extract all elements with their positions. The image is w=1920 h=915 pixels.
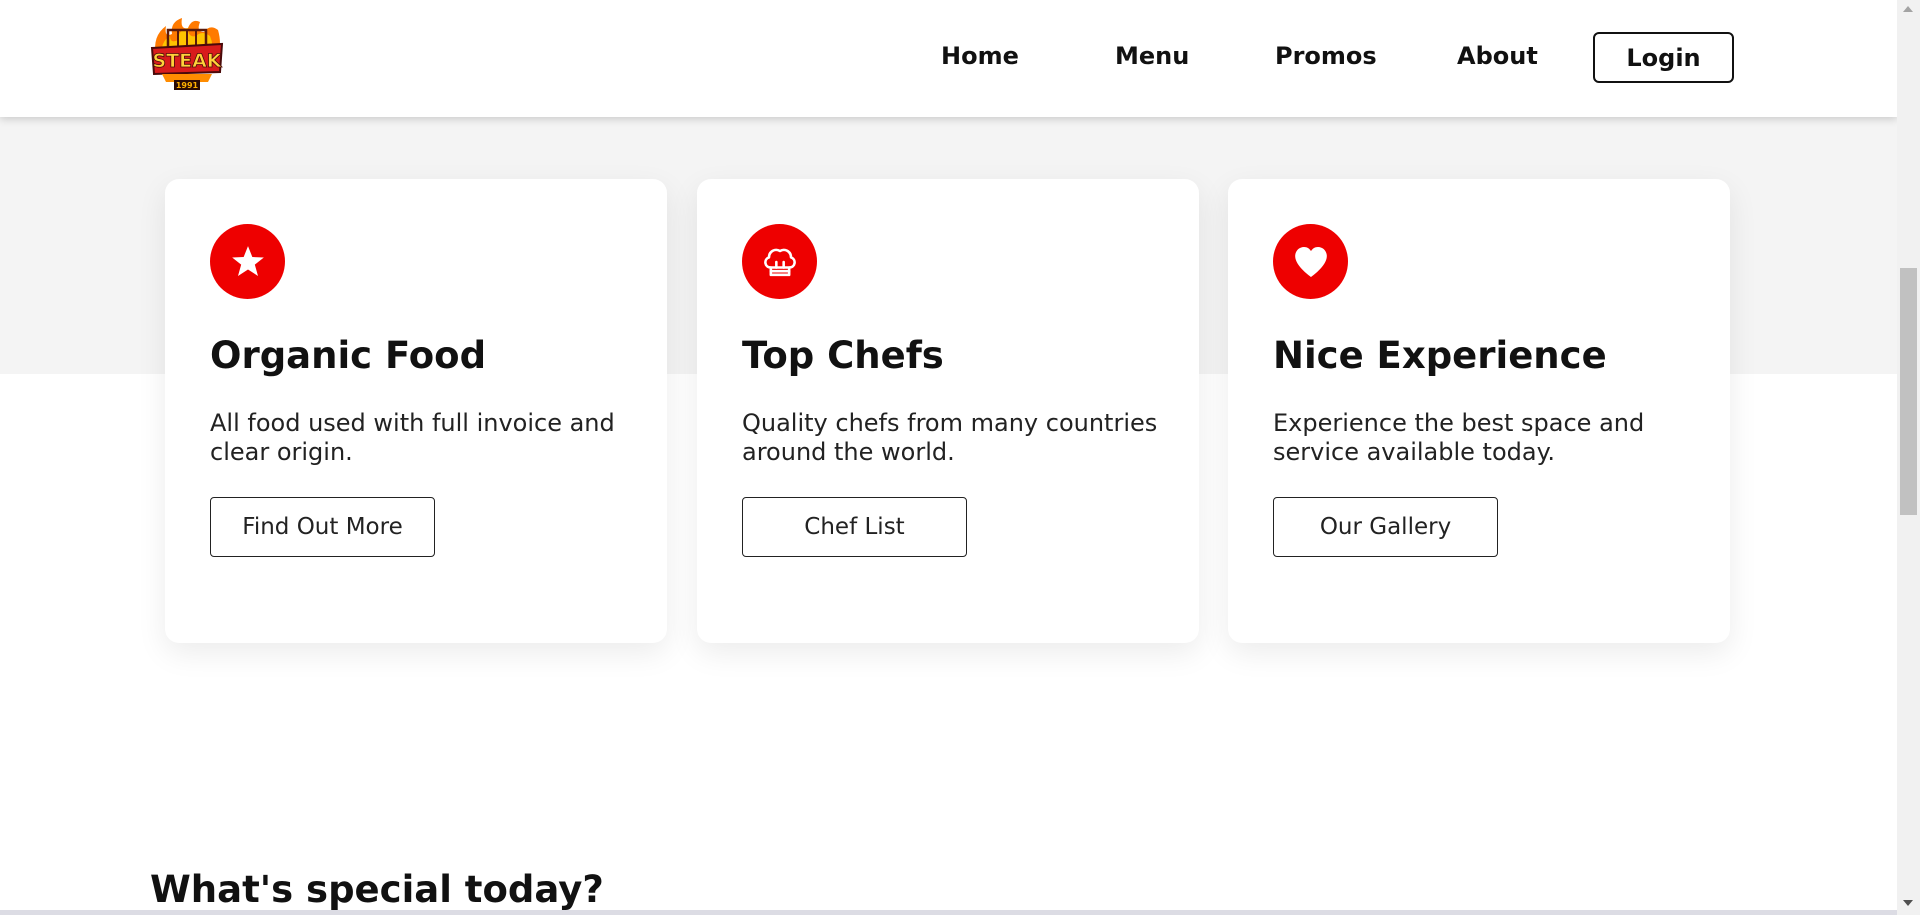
chef-hat-icon bbox=[742, 224, 817, 299]
nav-menu[interactable]: Menu bbox=[1115, 42, 1189, 70]
card-description: Quality chefs from many countries around… bbox=[742, 409, 1158, 466]
scrollbar-thumb[interactable] bbox=[1900, 268, 1917, 515]
card-title: Organic Food bbox=[210, 334, 487, 377]
scroll-up-arrow-icon[interactable] bbox=[1903, 6, 1913, 12]
nav-about[interactable]: About bbox=[1457, 42, 1538, 70]
feature-card-organic-food: Organic Food All food used with full inv… bbox=[165, 179, 667, 643]
card-description: Experience the best space and service av… bbox=[1273, 409, 1645, 466]
svg-text:1991: 1991 bbox=[176, 81, 199, 90]
nav-home[interactable]: Home bbox=[941, 42, 1019, 70]
chef-list-button[interactable]: Chef List bbox=[742, 497, 967, 557]
vertical-scrollbar[interactable] bbox=[1897, 0, 1920, 915]
page: STEAK 1991 Home Menu Promos About Login … bbox=[0, 0, 1897, 915]
card-title: Top Chefs bbox=[742, 334, 944, 377]
special-today-heading: What's special today? bbox=[150, 868, 604, 911]
star-icon bbox=[210, 224, 285, 299]
feature-card-nice-experience: Nice Experience Experience the best spac… bbox=[1228, 179, 1730, 643]
nav-promos[interactable]: Promos bbox=[1275, 42, 1377, 70]
site-header: STEAK 1991 Home Menu Promos About Login bbox=[0, 0, 1897, 117]
login-button[interactable]: Login bbox=[1593, 32, 1734, 83]
horizontal-scrollbar[interactable] bbox=[0, 910, 1897, 915]
card-description: All food used with full invoice and clea… bbox=[210, 409, 615, 466]
find-out-more-button[interactable]: Find Out More bbox=[210, 497, 435, 557]
feature-card-top-chefs: Top Chefs Quality chefs from many countr… bbox=[697, 179, 1199, 643]
svg-text:STEAK: STEAK bbox=[152, 50, 222, 72]
steak-logo[interactable]: STEAK 1991 bbox=[148, 16, 226, 94]
our-gallery-button[interactable]: Our Gallery bbox=[1273, 497, 1498, 557]
scroll-down-arrow-icon[interactable] bbox=[1903, 900, 1913, 906]
card-title: Nice Experience bbox=[1273, 334, 1607, 377]
heart-icon bbox=[1273, 224, 1348, 299]
